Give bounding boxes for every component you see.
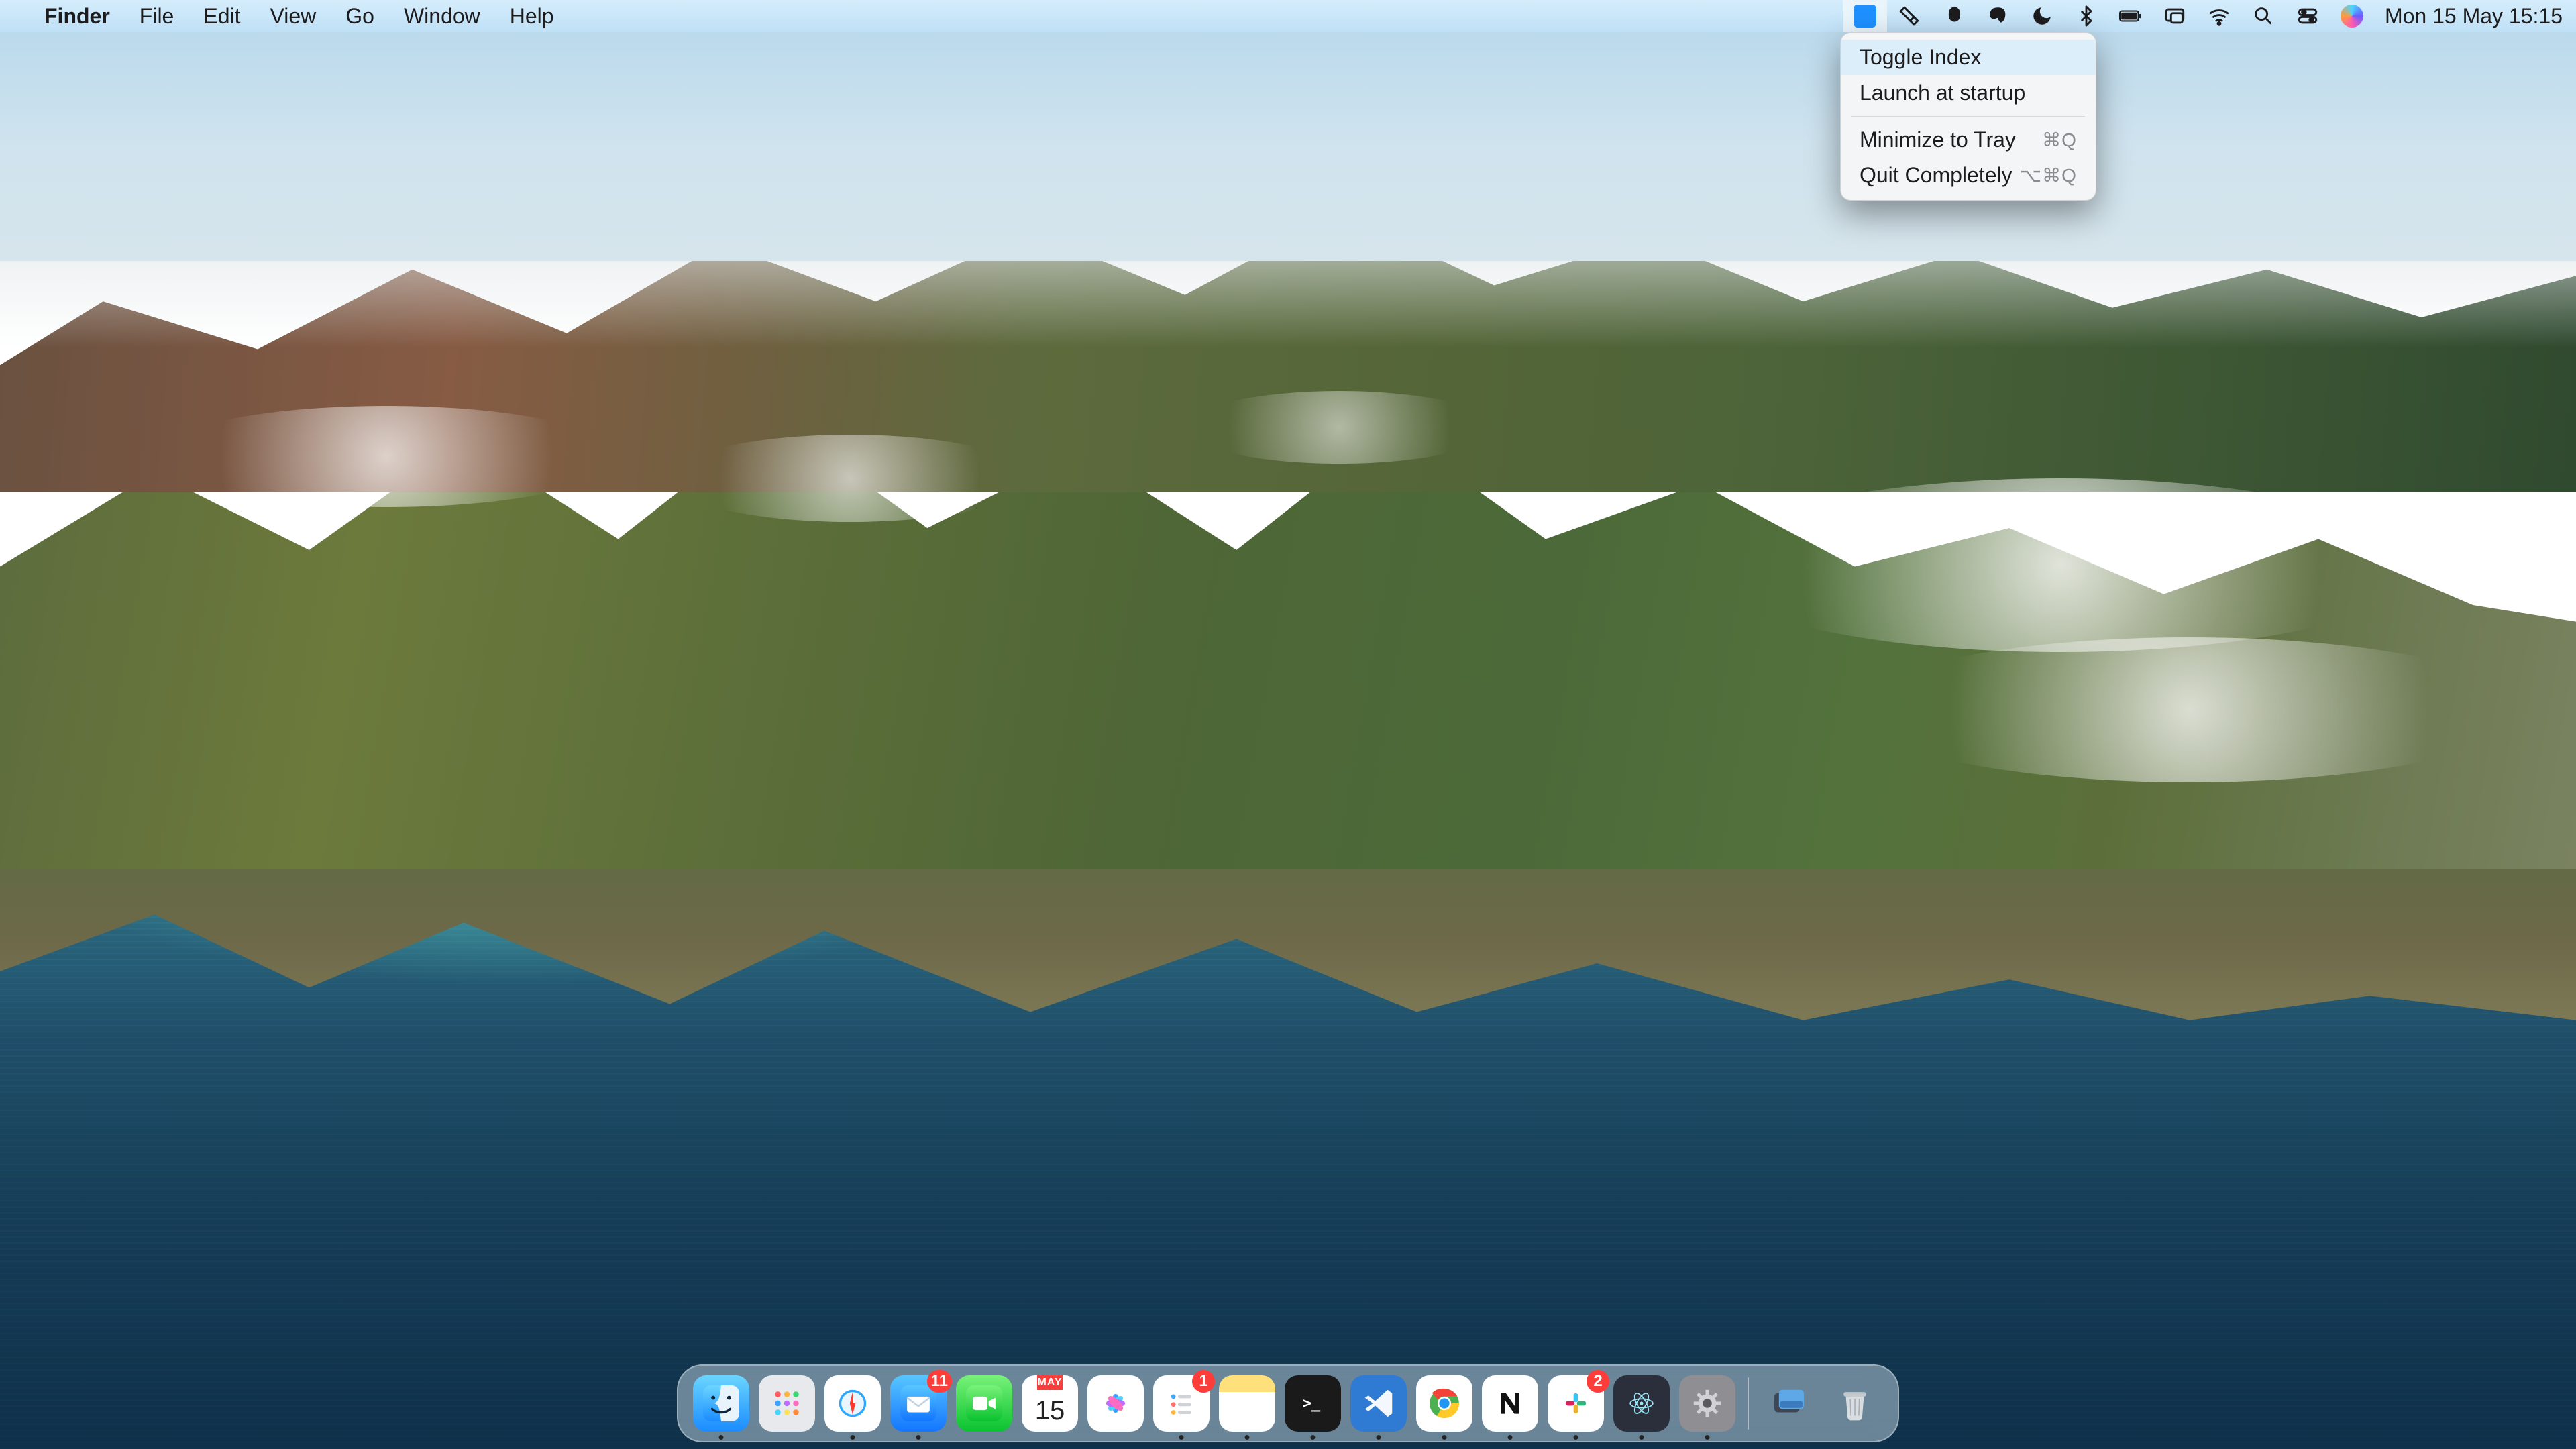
menubar: Finder File Edit View Go Window Help bbox=[0, 0, 2576, 32]
menu-view[interactable]: View bbox=[255, 4, 331, 29]
menu-item-shortcut: ⌥⌘Q bbox=[2020, 164, 2077, 186]
dock-app-vscode[interactable] bbox=[1350, 1375, 1407, 1432]
dock-app-chrome[interactable] bbox=[1416, 1375, 1472, 1432]
menubar-right: Mon 15 May 15:15 bbox=[1843, 0, 2563, 32]
dock-app-electron[interactable] bbox=[1613, 1375, 1670, 1432]
menu-separator bbox=[1851, 116, 2085, 117]
status-item-menu: Toggle Index Launch at startup Minimize … bbox=[1840, 32, 2096, 201]
dock-running-indicator bbox=[719, 1435, 724, 1440]
menu-item-minimize-to-tray[interactable]: Minimize to Tray ⌘Q bbox=[1841, 122, 2096, 158]
menu-edit[interactable]: Edit bbox=[189, 4, 255, 29]
svg-text:>_: >_ bbox=[1303, 1395, 1321, 1412]
dock-running-indicator bbox=[1640, 1435, 1644, 1440]
dock-app-settings[interactable] bbox=[1679, 1375, 1735, 1432]
menu-item-label: Toggle Index bbox=[1860, 45, 1981, 70]
battery-icon[interactable] bbox=[2108, 0, 2153, 32]
dock-app-safari[interactable] bbox=[824, 1375, 881, 1432]
bluetooth-icon[interactable] bbox=[2064, 0, 2108, 32]
screen-mirroring-icon[interactable] bbox=[2153, 0, 2197, 32]
bartender-icon[interactable] bbox=[1931, 0, 1976, 32]
evernote-icon[interactable] bbox=[1976, 0, 2020, 32]
menu-item-launch-at-startup[interactable]: Launch at startup bbox=[1841, 75, 2096, 111]
spotlight-icon[interactable] bbox=[2241, 0, 2286, 32]
dock-app-facetime[interactable] bbox=[956, 1375, 1012, 1432]
dock-trash[interactable] bbox=[1827, 1375, 1883, 1432]
app-menu-icon[interactable] bbox=[1843, 0, 1887, 32]
dock-app-launchpad[interactable] bbox=[759, 1375, 815, 1432]
menu-go[interactable]: Go bbox=[331, 4, 389, 29]
menu-window[interactable]: Window bbox=[389, 4, 495, 29]
dock-running-indicator bbox=[1442, 1435, 1447, 1440]
do-not-disturb-icon[interactable] bbox=[2020, 0, 2064, 32]
wifi-icon[interactable] bbox=[2197, 0, 2241, 32]
menu-item-label: Launch at startup bbox=[1860, 80, 2025, 105]
menu-item-shortcut: ⌘Q bbox=[2042, 129, 2077, 151]
dock-running-indicator bbox=[1574, 1435, 1578, 1440]
dock-desktop-stack[interactable] bbox=[1761, 1375, 1817, 1432]
dock-running-indicator bbox=[1179, 1435, 1184, 1440]
dock-app-mail[interactable]: 11 bbox=[890, 1375, 947, 1432]
menu-item-label: Minimize to Tray bbox=[1860, 127, 2016, 152]
desktop-wallpaper bbox=[0, 0, 2576, 1449]
dock-running-indicator bbox=[1705, 1435, 1710, 1440]
dock-running-indicator bbox=[851, 1435, 855, 1440]
dock-app-calendar[interactable]: MAY15 bbox=[1022, 1375, 1078, 1432]
dock-running-indicator bbox=[1377, 1435, 1381, 1440]
dock-app-notion[interactable] bbox=[1482, 1375, 1538, 1432]
dock-running-indicator bbox=[916, 1435, 921, 1440]
control-center-icon[interactable] bbox=[2286, 0, 2330, 32]
menubar-clock[interactable]: Mon 15 May 15:15 bbox=[2374, 0, 2563, 32]
siri-icon[interactable] bbox=[2330, 0, 2374, 32]
dock-running-indicator bbox=[1245, 1435, 1250, 1440]
menu-file[interactable]: File bbox=[125, 4, 189, 29]
menubar-left: Finder File Edit View Go Window Help bbox=[13, 4, 569, 29]
dock-running-indicator bbox=[1311, 1435, 1316, 1440]
dock-calendar-month: MAY bbox=[1037, 1375, 1062, 1390]
menu-item-label: Quit Completely bbox=[1860, 163, 2012, 188]
dock-app-finder[interactable] bbox=[693, 1375, 749, 1432]
menu-help[interactable]: Help bbox=[495, 4, 569, 29]
dock-divider bbox=[1748, 1377, 1749, 1430]
dock-badge: 2 bbox=[1587, 1370, 1609, 1393]
app-name-menu[interactable]: Finder bbox=[30, 4, 125, 29]
dock-running-indicator bbox=[1508, 1435, 1513, 1440]
menu-item-quit-completely[interactable]: Quit Completely ⌥⌘Q bbox=[1841, 158, 2096, 193]
menu-item-toggle-index[interactable]: Toggle Index bbox=[1841, 40, 2096, 75]
dock-app-slack[interactable]: 2 bbox=[1548, 1375, 1604, 1432]
dock-app-terminal[interactable]: >_ bbox=[1285, 1375, 1341, 1432]
dock-app-notes[interactable] bbox=[1219, 1375, 1275, 1432]
dock-calendar-day: 15 bbox=[1035, 1390, 1065, 1432]
dock: 11 MAY15 1 >_ 2 bbox=[677, 1364, 1899, 1442]
dock-badge: 11 bbox=[927, 1370, 952, 1393]
dock-app-photos[interactable] bbox=[1087, 1375, 1144, 1432]
hammerspoon-icon[interactable] bbox=[1887, 0, 1931, 32]
dock-app-reminders[interactable]: 1 bbox=[1153, 1375, 1210, 1432]
dock-badge: 1 bbox=[1192, 1370, 1215, 1393]
